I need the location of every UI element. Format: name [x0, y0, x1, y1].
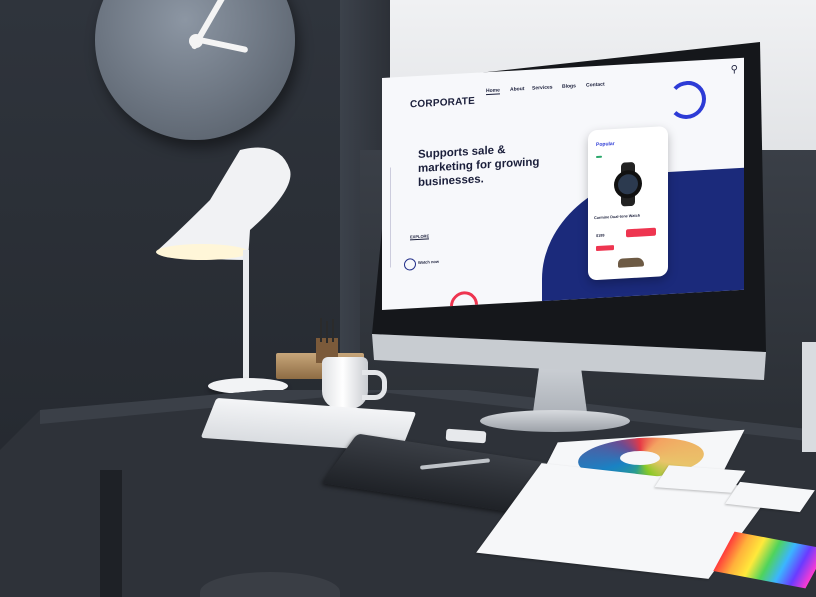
nav-item-about[interactable]: About — [510, 86, 524, 93]
desk-lamp-pole — [243, 250, 249, 390]
nav-item-services[interactable]: Services — [532, 84, 553, 91]
phone-product-price: $199 — [596, 233, 605, 239]
explore-button[interactable]: EXPLORE — [410, 233, 430, 241]
hero-title: Supports sale & marketing for growing bu… — [418, 144, 540, 189]
watch-product-image — [614, 162, 642, 207]
phone-sale-tag — [596, 245, 614, 252]
watch-video-link[interactable]: Watch now — [418, 259, 439, 265]
desk-lamp-shade — [156, 147, 291, 260]
add-to-cart-button[interactable] — [626, 227, 656, 238]
nav-item-blogs[interactable]: Blogs — [562, 83, 576, 90]
side-social-rail — [390, 167, 399, 268]
clock-center-pin — [189, 34, 203, 48]
desk-scene: CORPORATE Home About Services Blogs Cont… — [0, 0, 816, 597]
color-wheel-center — [620, 451, 660, 465]
phone-product-name: Carmine Dual-tone Watch — [594, 213, 641, 221]
shoe-product-image — [618, 257, 644, 268]
hero-body-text — [412, 205, 522, 211]
website-screen: CORPORATE Home About Services Blogs Cont… — [382, 57, 744, 310]
play-icon[interactable] — [404, 258, 416, 271]
side-board — [802, 342, 816, 452]
site-logo[interactable]: CORPORATE — [410, 96, 475, 111]
monitor-stand-base — [480, 410, 630, 432]
search-icon[interactable]: ⚲ — [731, 64, 738, 75]
desk-leg — [100, 470, 122, 597]
nav-item-home[interactable]: Home — [486, 87, 500, 96]
phone-mockup: Popular Carmine Dual-tone Watch $199 — [588, 126, 668, 281]
nav-item-contact[interactable]: Contact — [586, 82, 605, 89]
phone-new-badge — [596, 155, 602, 159]
phone-section-title: Popular — [596, 140, 615, 149]
